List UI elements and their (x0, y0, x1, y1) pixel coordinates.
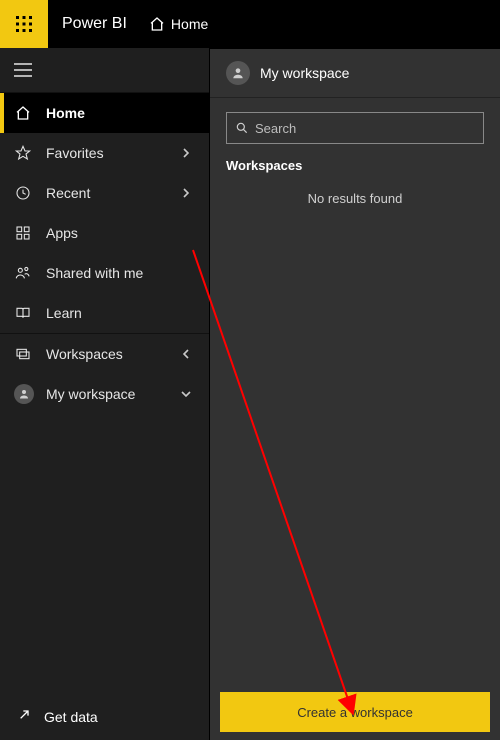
panel-title: My workspace (260, 65, 349, 81)
breadcrumb-label: Home (171, 16, 208, 32)
panel-header: My workspace (210, 48, 500, 98)
nav-item-shared[interactable]: Shared with me (0, 253, 209, 293)
star-icon (14, 145, 32, 161)
search-input[interactable] (255, 121, 475, 136)
nav-item-label: Learn (46, 305, 195, 321)
top-bar: Power BI Home (0, 0, 500, 48)
nav-item-home[interactable]: Home (0, 93, 209, 133)
chevron-down-icon (181, 389, 195, 399)
nav-item-recent[interactable]: Recent (0, 173, 209, 213)
breadcrumb-home[interactable]: Home (149, 16, 208, 32)
waffle-icon (15, 15, 33, 33)
workspace-panel: My workspace Workspaces No results found… (210, 48, 500, 740)
app-launcher-button[interactable] (0, 0, 48, 48)
chevron-left-icon (181, 349, 195, 359)
nav-toggle-button[interactable] (0, 48, 209, 92)
workspaces-icon (14, 346, 32, 362)
get-data-button[interactable]: Get data (0, 694, 209, 740)
nav-item-label: Home (46, 105, 195, 121)
search-icon (235, 121, 249, 135)
nav-item-my-workspace[interactable]: My workspace (0, 374, 209, 414)
brand-label: Power BI (62, 15, 127, 33)
get-data-label: Get data (44, 709, 98, 725)
home-icon (149, 16, 165, 32)
chevron-right-icon (181, 188, 195, 198)
avatar-icon (14, 384, 34, 404)
book-icon (14, 305, 32, 321)
home-icon (14, 105, 32, 121)
nav-item-label: Apps (46, 225, 195, 241)
nav-item-label: My workspace (46, 386, 181, 402)
nav-item-label: Recent (46, 185, 181, 201)
nav-item-label: Shared with me (46, 265, 195, 281)
apps-icon (14, 225, 32, 241)
chevron-right-icon (181, 148, 195, 158)
nav-item-label: Favorites (46, 145, 181, 161)
nav-item-workspaces[interactable]: Workspaces (0, 334, 209, 374)
clock-icon (14, 185, 32, 201)
empty-state-text: No results found (226, 191, 484, 206)
create-workspace-button[interactable]: Create a workspace (220, 692, 490, 732)
search-box[interactable] (226, 112, 484, 144)
side-nav: Home Favorites Recent (0, 48, 210, 740)
workspaces-section-label: Workspaces (226, 158, 484, 173)
nav-item-apps[interactable]: Apps (0, 213, 209, 253)
nav-item-favorites[interactable]: Favorites (0, 133, 209, 173)
get-data-icon (14, 709, 30, 725)
hamburger-icon (14, 63, 32, 77)
avatar-icon (226, 61, 250, 85)
nav-item-learn[interactable]: Learn (0, 293, 209, 333)
shared-icon (14, 265, 32, 281)
nav-item-label: Workspaces (46, 346, 181, 362)
